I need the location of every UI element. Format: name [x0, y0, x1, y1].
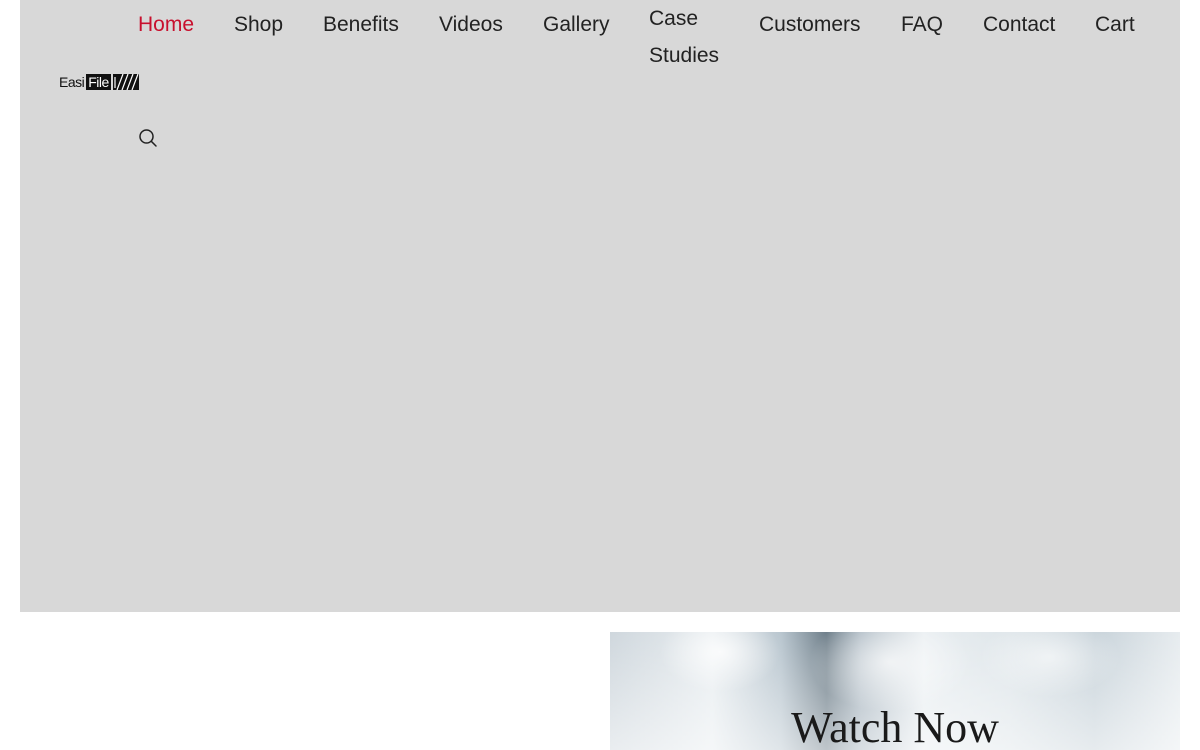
nav-benefits[interactable]: Benefits: [323, 6, 399, 43]
nav-case-studies[interactable]: Case Studies: [649, 0, 729, 74]
logo-text-easi: Easi: [59, 74, 85, 90]
nav-faq[interactable]: FAQ: [901, 6, 943, 43]
logo-stripes-icon: [112, 74, 139, 90]
nav-gallery[interactable]: Gallery: [543, 6, 610, 43]
nav-videos[interactable]: Videos: [439, 6, 503, 43]
nav-home[interactable]: Home: [138, 6, 194, 43]
logo-text-file: File: [86, 74, 111, 90]
watch-now-panel[interactable]: Watch Now: [610, 632, 1180, 750]
nav-shop[interactable]: Shop: [234, 6, 283, 43]
nav-contact[interactable]: Contact: [983, 6, 1055, 43]
main-nav: Home Shop Benefits Videos Gallery Case S…: [20, 0, 1180, 80]
nav-cart[interactable]: Cart: [1095, 6, 1135, 43]
watch-now-title: Watch Now: [791, 703, 999, 750]
hero-banner: Home Shop Benefits Videos Gallery Case S…: [20, 0, 1180, 612]
search-icon[interactable]: [138, 128, 158, 148]
site-logo[interactable]: Easi File: [59, 72, 139, 92]
nav-customers[interactable]: Customers: [759, 6, 861, 43]
